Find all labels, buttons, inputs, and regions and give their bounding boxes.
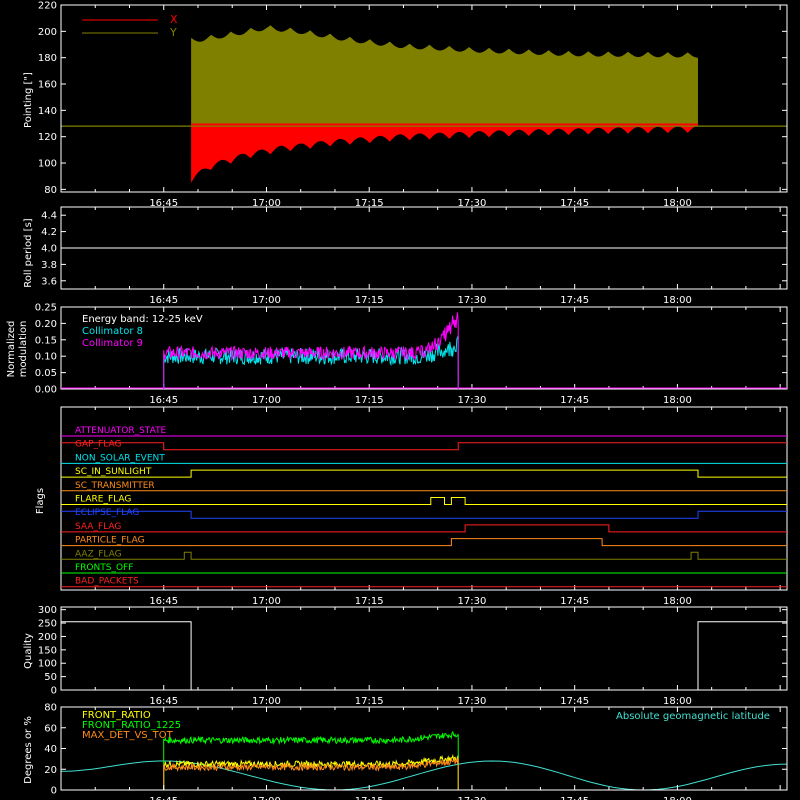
max-det-vs-tot-legend-label: MAX_DET_VS_TOT bbox=[82, 730, 174, 741]
quality-xtick-label: 16:45 bbox=[149, 696, 178, 707]
quality-ytick-label: 250 bbox=[38, 619, 57, 630]
modulation-ytick-label: 0.15 bbox=[35, 335, 57, 346]
flags-xtick-label: 17:45 bbox=[560, 596, 589, 607]
collimator8-legend-label: Collimator 8 bbox=[82, 326, 143, 337]
quality-ytick-label: 200 bbox=[38, 632, 57, 643]
flags-xtick-label: 16:45 bbox=[149, 596, 178, 607]
ratios-ytick-label: 80 bbox=[44, 703, 57, 714]
roll-ytick-label: 4.2 bbox=[41, 227, 57, 238]
quality-ytick-label: 50 bbox=[44, 672, 57, 683]
modulation-xtick-label: 18:00 bbox=[663, 395, 692, 406]
modulation-ytick-label: 0.00 bbox=[35, 385, 57, 396]
modulation-ylabel: Normalizedmodulation bbox=[6, 321, 29, 378]
energy-band-label: Energy band: 12-25 keV bbox=[82, 314, 203, 325]
roll-xtick-label: 16:45 bbox=[149, 295, 178, 306]
modulation-xtick-label: 17:15 bbox=[355, 395, 384, 406]
ratios-ytick-label: 40 bbox=[44, 744, 57, 755]
flag-label-aaz-flag: AAZ_FLAG bbox=[75, 549, 122, 559]
pointing-ytick-label: 100 bbox=[38, 159, 57, 170]
quality-xtick-label: 17:30 bbox=[458, 696, 487, 707]
flags-xtick-label: 17:30 bbox=[458, 596, 487, 607]
ratios-ytick-label: 60 bbox=[44, 723, 57, 734]
roll-ytick-label: 4.0 bbox=[41, 244, 57, 255]
flag-label-flare-flag: FLARE_FLAG bbox=[75, 495, 131, 505]
roll-xtick-label: 17:45 bbox=[560, 295, 589, 306]
roll-xtick-label: 17:30 bbox=[458, 295, 487, 306]
geomag-latitude-label: Absolute geomagnetic latitude bbox=[616, 711, 770, 722]
pointing-ytick-label: 140 bbox=[38, 106, 57, 117]
modulation-xtick-label: 17:45 bbox=[560, 395, 589, 406]
flag-label-sc-in-sunlight: SC_IN_SUNLIGHT bbox=[75, 467, 152, 477]
flags-xtick-label: 18:00 bbox=[663, 596, 692, 607]
roll-ytick-label: 3.8 bbox=[41, 260, 57, 271]
ratios-ylabel: Degrees or % bbox=[23, 716, 34, 784]
quality-xtick-label: 17:00 bbox=[252, 696, 281, 707]
modulation-xtick-label: 17:30 bbox=[458, 395, 487, 406]
modulation-ytick-label: 0.25 bbox=[35, 303, 57, 314]
ratios-ytick-label: 0 bbox=[51, 786, 57, 797]
pointing-ytick-label: 180 bbox=[38, 53, 57, 64]
quality-ytick-label: 150 bbox=[38, 645, 57, 656]
flags-xtick-label: 17:15 bbox=[355, 596, 384, 607]
flag-label-saa-flag: SAA_FLAG bbox=[75, 522, 121, 532]
ratios-xtick-label: 16:45 bbox=[149, 796, 178, 800]
ratios-xtick-label: 18:00 bbox=[663, 796, 692, 800]
collimator9-legend-label: Collimator 9 bbox=[82, 338, 143, 349]
ratios-ytick-label: 20 bbox=[44, 765, 57, 776]
quality-ylabel: Quality bbox=[23, 633, 34, 669]
ratios-xtick-label: 17:30 bbox=[458, 796, 487, 800]
modulation-xtick-label: 16:45 bbox=[149, 395, 178, 406]
quality-xtick-label: 18:00 bbox=[663, 696, 692, 707]
roll-xtick-label: 18:00 bbox=[663, 295, 692, 306]
flag-label-particle-flag: PARTICLE_FLAG bbox=[75, 536, 145, 546]
ratios-xtick-label: 17:00 bbox=[252, 796, 281, 800]
flags-ylabel: Flags bbox=[35, 488, 46, 514]
roll-xtick-label: 17:00 bbox=[252, 295, 281, 306]
y-legend-label: Y bbox=[169, 26, 177, 39]
flag-label-fronts-off: FRONTS_OFF bbox=[75, 563, 133, 573]
figure: Pointing ["] X Y 16:45 17:00 17:15 17:30 17:… bbox=[0, 0, 800, 800]
pointing-ytick-label: 120 bbox=[38, 132, 57, 143]
modulation-ytick-label: 0.05 bbox=[35, 368, 57, 379]
quality-ytick-label: 300 bbox=[38, 605, 57, 616]
flags-xtick-label: 17:00 bbox=[252, 596, 281, 607]
pointing-ytick-label: 80 bbox=[44, 185, 57, 196]
flag-label-non-solar-event: NON_SOLAR_EVENT bbox=[75, 453, 165, 463]
pointing-ytick-label: 160 bbox=[38, 80, 57, 91]
roll-ylabel: Roll period [s] bbox=[23, 218, 34, 287]
quality-xtick-label: 17:45 bbox=[560, 696, 589, 707]
modulation-ytick-label: 0.10 bbox=[35, 352, 57, 363]
flag-label-eclipse-flag: ECLIPSE_FLAG bbox=[75, 508, 139, 518]
quality-xtick-label: 17:15 bbox=[355, 696, 384, 707]
flag-label-gap-flag: GAP_FLAG bbox=[75, 440, 121, 450]
ratios-xtick-label: 17:45 bbox=[560, 796, 589, 800]
roll-xtick-label: 17:15 bbox=[355, 295, 384, 306]
modulation-ytick-label: 0.20 bbox=[35, 319, 57, 330]
roll-ytick-label: 3.6 bbox=[41, 276, 57, 287]
pointing-ytick-label: 220 bbox=[38, 1, 57, 12]
quality-ytick-label: 100 bbox=[38, 659, 57, 670]
ratios-xtick-label: 17:15 bbox=[355, 796, 384, 800]
modulation-xtick-label: 17:00 bbox=[252, 395, 281, 406]
x-legend-label: X bbox=[170, 13, 178, 26]
pointing-ytick-label: 200 bbox=[38, 27, 57, 38]
roll-ytick-label: 4.4 bbox=[41, 211, 57, 222]
flag-label-attenuator-state: ATTENUATOR_STATE bbox=[75, 426, 167, 436]
flag-label-bad-packets: BAD_PACKETS bbox=[75, 577, 139, 587]
pointing-ylabel: Pointing ["] bbox=[23, 72, 34, 128]
flag-label-sc-transmitter: SC_TRANSMITTER bbox=[75, 481, 155, 491]
quality-ytick-label: 0 bbox=[51, 686, 57, 697]
